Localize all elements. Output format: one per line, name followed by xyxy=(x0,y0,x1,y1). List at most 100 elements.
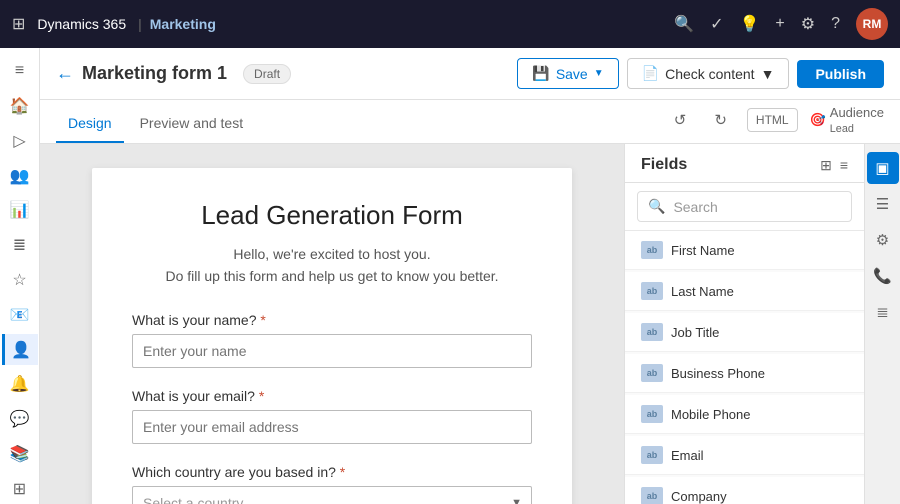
app-name: Marketing xyxy=(150,16,216,32)
subtitle-line1: Hello, we're excited to host you. xyxy=(233,246,430,262)
nav-separator: | xyxy=(138,16,142,32)
search-nav-icon[interactable]: 🔍 xyxy=(674,14,694,34)
field-item[interactable]: ab Email xyxy=(625,436,864,475)
redo-button[interactable]: ↻ xyxy=(706,107,735,133)
sidebar-icon-people[interactable]: 👥 xyxy=(2,160,38,191)
field-type-icon: ab xyxy=(641,323,663,341)
sidebar-icon-arrow[interactable]: ▷ xyxy=(2,126,38,157)
field-item-name: Last Name xyxy=(671,284,734,299)
sidebar-icon-home[interactable]: 🏠 xyxy=(2,91,38,122)
nav-icons: 🔍 ✓ 💡 + ⚙ ? RM xyxy=(674,8,888,40)
html-button[interactable]: HTML xyxy=(747,108,798,132)
select-country[interactable]: Select a country xyxy=(132,486,532,504)
right-panel-fields-icon[interactable]: ▣ xyxy=(867,152,899,184)
sidebar-icon-books[interactable]: 📚 xyxy=(2,438,38,469)
right-panel-share-icon[interactable]: 📞 xyxy=(867,260,899,292)
right-panel-settings-icon[interactable]: ⚙ xyxy=(867,224,899,256)
save-icon: 💾 xyxy=(532,65,549,82)
form-group-country: Which country are you based in? * Select… xyxy=(132,464,532,504)
undo-button[interactable]: ↺ xyxy=(666,107,695,133)
field-item-name: Mobile Phone xyxy=(671,407,751,422)
input-name[interactable] xyxy=(132,334,532,368)
search-input[interactable] xyxy=(673,199,841,215)
tab-preview[interactable]: Preview and test xyxy=(128,105,256,143)
field-item[interactable]: ab First Name xyxy=(625,231,864,270)
check-label: Check content xyxy=(665,66,755,82)
form-canvas: Lead Generation Form Hello, we're excite… xyxy=(40,144,624,504)
search-icon: 🔍 xyxy=(648,198,665,215)
page-header: ← Marketing form 1 Draft 💾 Save ▼ 📄 Chec… xyxy=(40,48,900,100)
sidebar-icon-lines[interactable]: ≣ xyxy=(2,230,38,261)
audience-value: Lead xyxy=(830,123,854,135)
top-nav: ⊞ Dynamics 365 | Marketing 🔍 ✓ 💡 + ⚙ ? R… xyxy=(0,0,900,48)
save-label: Save xyxy=(556,66,588,82)
status-badge: Draft xyxy=(243,64,291,84)
tab-design[interactable]: Design xyxy=(56,105,124,143)
list-view-icon[interactable]: ≡ xyxy=(840,157,848,174)
save-chevron-icon: ▼ xyxy=(594,68,604,79)
right-panel-list-icon[interactable]: ≣ xyxy=(867,296,899,328)
form-group-email: What is your email? * xyxy=(132,388,532,444)
sidebar-icon-bell[interactable]: 🔔 xyxy=(2,369,38,400)
avatar[interactable]: RM xyxy=(856,8,888,40)
sidebar-icon-menu[interactable]: ≡ xyxy=(2,56,38,87)
publish-button[interactable]: Publish xyxy=(797,60,884,88)
subtitle-line2: Do fill up this form and help us get to … xyxy=(165,268,498,284)
check-content-button[interactable]: 📄 Check content ▼ xyxy=(627,58,790,89)
left-sidebar: ≡ 🏠 ▷ 👥 📊 ≣ ☆ 📧 👤 🔔 💬 📚 ⊞ xyxy=(0,48,40,504)
sidebar-icon-email[interactable]: 📧 xyxy=(2,299,38,330)
label-country: Which country are you based in? * xyxy=(132,464,532,480)
tab-actions: ↺ ↻ HTML 🎯 AudienceLead xyxy=(666,105,884,135)
required-star-email: * xyxy=(259,388,264,404)
plus-nav-icon[interactable]: + xyxy=(775,15,784,33)
tab-bar: Design Preview and test ↺ ↻ HTML 🎯 Audie… xyxy=(40,100,900,144)
required-star-name: * xyxy=(260,312,265,328)
fields-header-icons: ⊞ ≡ xyxy=(820,157,848,174)
right-panel-layers-icon[interactable]: ☰ xyxy=(867,188,899,220)
sidebar-icon-chart[interactable]: 📊 xyxy=(2,195,38,226)
fields-panel: Fields ⊞ ≡ 🔍 ab First Name ab Last Name … xyxy=(624,144,864,504)
settings-nav-icon[interactable]: ⚙ xyxy=(801,14,815,34)
grid-view-icon[interactable]: ⊞ xyxy=(820,157,832,174)
sidebar-icon-grid[interactable]: ⊞ xyxy=(2,473,38,504)
sidebar-icon-person[interactable]: 👤 xyxy=(2,334,38,365)
check-nav-icon[interactable]: ✓ xyxy=(710,14,723,34)
header-actions: 💾 Save ▼ 📄 Check content ▼ Publish xyxy=(517,58,884,89)
form-group-name: What is your name? * xyxy=(132,312,532,368)
field-item[interactable]: ab Mobile Phone xyxy=(625,395,864,434)
sidebar-icon-chat[interactable]: 💬 xyxy=(2,404,38,435)
field-type-icon: ab xyxy=(641,241,663,259)
field-item[interactable]: ab Job Title xyxy=(625,313,864,352)
back-button[interactable]: ← xyxy=(56,63,74,84)
country-select-wrapper: Select a country xyxy=(132,486,532,504)
form-subtitle: Hello, we're excited to host you. Do fil… xyxy=(132,243,532,288)
lightbulb-nav-icon[interactable]: 💡 xyxy=(739,14,759,34)
field-item[interactable]: ab Business Phone xyxy=(625,354,864,393)
right-icons-panel: ▣ ☰ ⚙ 📞 ≣ xyxy=(864,144,900,504)
field-type-icon: ab xyxy=(641,487,663,504)
input-email[interactable] xyxy=(132,410,532,444)
field-item-name: Company xyxy=(671,489,727,504)
field-item-name: Job Title xyxy=(671,325,719,340)
fields-list: ab First Name ab Last Name ab Job Title … xyxy=(625,231,864,504)
main-content: ← Marketing form 1 Draft 💾 Save ▼ 📄 Chec… xyxy=(40,48,900,504)
page-title: Marketing form 1 xyxy=(82,63,227,84)
field-type-icon: ab xyxy=(641,405,663,423)
field-item-name: Business Phone xyxy=(671,366,765,381)
field-item[interactable]: ab Last Name xyxy=(625,272,864,311)
fields-search-area: 🔍 xyxy=(625,183,864,231)
audience-label: AudienceLead xyxy=(830,105,884,135)
label-name: What is your name? * xyxy=(132,312,532,328)
audience-icon: 🎯 xyxy=(810,112,826,128)
fields-header: Fields ⊞ ≡ xyxy=(625,144,864,183)
audience-button[interactable]: 🎯 AudienceLead xyxy=(810,105,884,135)
help-nav-icon[interactable]: ? xyxy=(831,15,840,33)
check-icon: 📄 xyxy=(642,65,659,82)
field-item[interactable]: ab Company xyxy=(625,477,864,504)
form-card: Lead Generation Form Hello, we're excite… xyxy=(92,168,572,504)
save-button[interactable]: 💾 Save ▼ xyxy=(517,58,618,89)
grid-icon[interactable]: ⊞ xyxy=(12,14,25,34)
field-item-name: Email xyxy=(671,448,704,463)
field-type-icon: ab xyxy=(641,446,663,464)
sidebar-icon-star[interactable]: ☆ xyxy=(2,265,38,296)
